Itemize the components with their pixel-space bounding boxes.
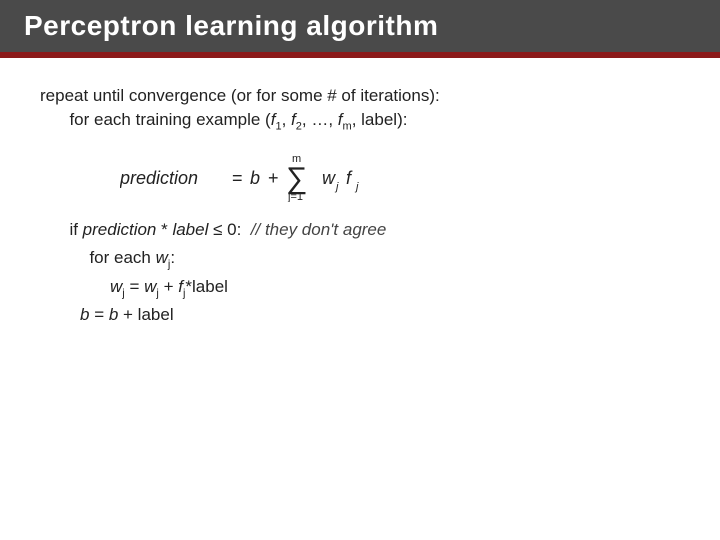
- slide-content: repeat until convergence (or for some # …: [0, 58, 720, 345]
- update-b-line: b = b + label: [80, 305, 680, 325]
- slide: Perceptron learning algorithm repeat unt…: [0, 0, 720, 540]
- title-bar: Perceptron learning algorithm: [0, 0, 720, 52]
- svg-text:j: j: [354, 181, 359, 193]
- update-wj-line: wj = wj + fj*label: [110, 277, 680, 299]
- if-condition-line: if prediction * label ≤ 0: // they don't…: [60, 220, 680, 240]
- svg-text:b: b: [250, 168, 260, 188]
- foreach-example-line: for each training example (f1, f2, …, fm…: [60, 110, 680, 132]
- svg-text:=: =: [232, 168, 243, 188]
- svg-text:+: +: [268, 168, 279, 188]
- slide-title: Perceptron learning algorithm: [24, 10, 438, 42]
- svg-text:j=1: j=1: [287, 191, 303, 202]
- formula-block: prediction = b + ∑ j=1 m w j f j: [120, 150, 680, 202]
- svg-text:w: w: [322, 168, 336, 188]
- svg-text:m: m: [292, 153, 301, 165]
- repeat-line: repeat until convergence (or for some # …: [40, 86, 680, 106]
- formula-svg: prediction = b + ∑ j=1 m w j f j: [120, 150, 440, 202]
- svg-text:prediction: prediction: [120, 168, 198, 188]
- svg-text:f: f: [346, 168, 353, 188]
- for-each-wj-line: for each wj:: [80, 248, 680, 270]
